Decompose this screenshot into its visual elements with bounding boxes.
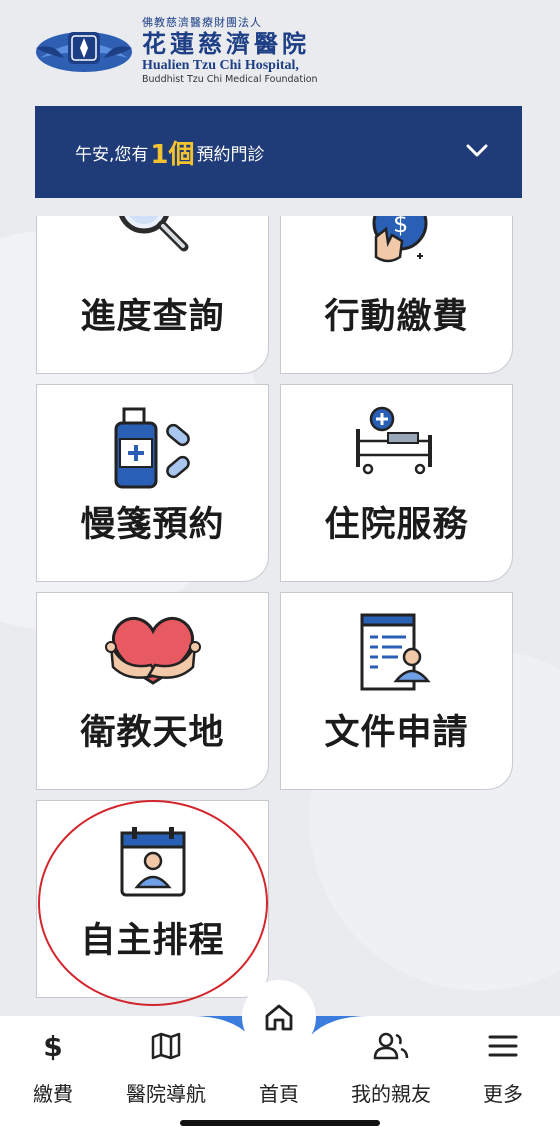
nav-item-payment[interactable]: $ 繳費 <box>8 1028 98 1107</box>
svg-text:$: $ <box>393 216 408 238</box>
dollar-icon: $ <box>43 1029 63 1063</box>
tile-label: 衛教天地 <box>80 713 225 753</box>
tile-inpatient-service[interactable]: 住院服務 <box>280 384 513 582</box>
clipboard-document-icon <box>360 613 431 691</box>
nav-item-more[interactable]: 更多 <box>458 1028 548 1107</box>
nav-item-hospital-navigation[interactable]: 醫院導航 <box>121 1028 211 1107</box>
appointment-count: 1個 <box>150 139 195 170</box>
tile-label: 慢箋預約 <box>80 505 225 545</box>
nav-label: 我的親友 <box>351 1082 431 1106</box>
nav-label: 醫院導航 <box>126 1082 206 1106</box>
tile-refill-appointment[interactable]: 慢箋預約 <box>36 384 269 582</box>
tile-label: 進度查詢 <box>80 297 225 337</box>
hospital-name-cn: 花蓮慈濟醫院 <box>142 29 310 58</box>
tile-label: 文件申請 <box>324 713 469 753</box>
tile-label: 住院服務 <box>324 505 469 545</box>
tile-mobile-payment[interactable]: $ 行動繳費 <box>280 216 513 374</box>
home-indicator-bar <box>180 1120 380 1126</box>
coin-payment-icon: $ <box>372 216 427 263</box>
highlight-circle-annotation <box>38 800 268 1006</box>
appointment-banner[interactable]: 午安,您有 1個 預約門診 <box>35 106 522 198</box>
hospital-logo-icon <box>36 32 132 72</box>
magnifier-icon <box>118 216 188 252</box>
hospital-name-en: Hualien Tzu Chi Hospital, <box>142 58 299 73</box>
nav-label-home[interactable]: 首頁 <box>234 1078 324 1107</box>
menu-icon <box>488 1035 518 1057</box>
hospital-logo-text: 佛教慈濟醫療財團法人 花蓮慈濟醫院 Hualien Tzu Chi Hospit… <box>142 14 318 86</box>
appointment-suffix: 預約門診 <box>196 144 265 165</box>
tile-progress-query[interactable]: 進度查詢 <box>36 216 269 374</box>
hospital-bed-icon <box>355 406 432 475</box>
nav-label: 更多 <box>483 1082 523 1106</box>
tile-document-request[interactable]: 文件申請 <box>280 592 513 790</box>
heart-hug-icon <box>104 616 201 685</box>
foundation-name-en: Buddhist Tzu Chi Medical Foundation <box>142 74 318 85</box>
app-header: 佛教慈濟醫療財團法人 花蓮慈濟醫院 Hualien Tzu Chi Hospit… <box>0 0 560 100</box>
people-icon <box>373 1032 409 1060</box>
greeting-text: 午安,您有 <box>75 144 149 165</box>
nav-label: 繳費 <box>33 1082 73 1106</box>
medicine-bottle-icon <box>114 407 190 489</box>
nav-item-home[interactable] <box>242 980 316 1054</box>
chevron-down-icon[interactable] <box>466 140 488 162</box>
home-icon <box>265 1004 293 1031</box>
tile-health-education[interactable]: 衛教天地 <box>36 592 269 790</box>
tile-label: 行動繳費 <box>324 297 469 337</box>
map-icon <box>151 1032 181 1060</box>
nav-item-my-relatives[interactable]: 我的親友 <box>346 1028 436 1107</box>
org-small-label: 佛教慈濟醫療財團法人 <box>142 16 262 29</box>
